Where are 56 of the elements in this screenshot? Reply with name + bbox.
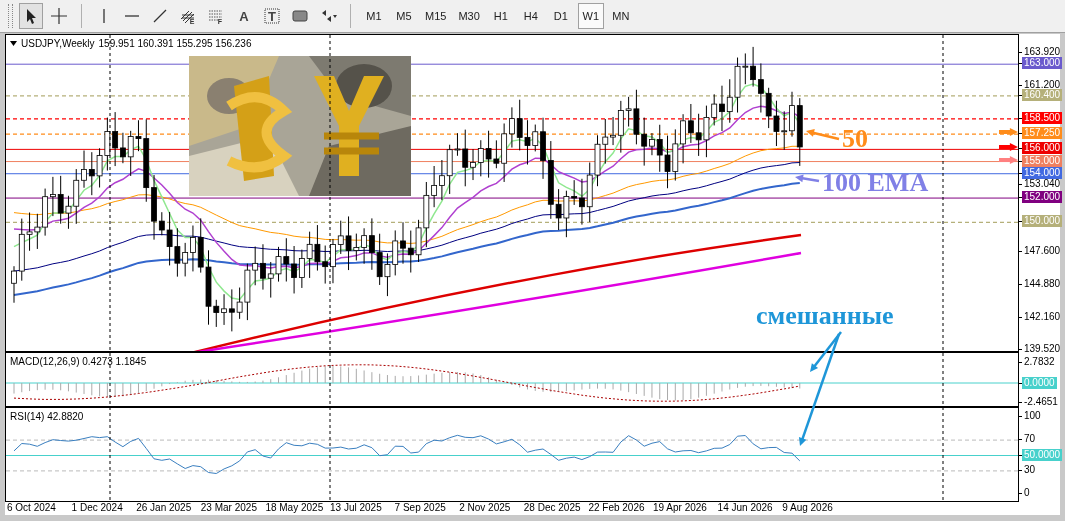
price-label: 30 [1023, 463, 1037, 476]
price-label: 50.0000 [1022, 448, 1063, 461]
price-label: 2.7832 [1023, 355, 1056, 368]
price-label: 0 [1023, 487, 1031, 499]
date-label: 1 Dec 2024 [71, 502, 123, 513]
arrow [806, 129, 840, 141]
annotation-text: 100 EMA [822, 169, 929, 197]
date-label: 6 Oct 2024 [7, 502, 56, 513]
date-label: 13 Jul 2025 [330, 502, 382, 513]
annotation-text: 50 [842, 125, 868, 153]
date-label: 14 Jun 2026 [717, 502, 773, 513]
price-label: 152.000 [1022, 191, 1063, 204]
symbol-title: USDJPY,Weekly [21, 38, 95, 49]
timeframe-button[interactable]: H1 [487, 3, 514, 29]
arrow [795, 174, 820, 183]
price-label: -2.4651 [1023, 395, 1059, 408]
price-label: 157.250 [1022, 127, 1063, 140]
date-label: 18 May 2025 [265, 502, 324, 513]
indicator-title: MACD(12,26,9) 0.4273 1.1845 [10, 356, 147, 367]
pointer-icon[interactable] [19, 3, 43, 29]
price-label: 156.000 [1022, 142, 1063, 155]
date-label: 23 Mar 2025 [200, 502, 257, 513]
price-label: 160.400 [1022, 88, 1063, 101]
date-label: 2 Nov 2025 [459, 502, 511, 513]
date-label: 22 Feb 2026 [588, 502, 645, 513]
price-label: 161.200 [1023, 79, 1062, 91]
price-label: 150.000 [1022, 215, 1063, 228]
timeframe-button[interactable]: MN [607, 3, 634, 29]
timeframe-button[interactable]: W1 [577, 3, 604, 29]
date-label: 26 Jan 2025 [136, 502, 192, 513]
date-label: 28 Dec 2025 [523, 502, 581, 513]
price-label: 100 [1023, 410, 1042, 422]
timeframe-button[interactable]: M5 [391, 3, 417, 29]
timeframe-button[interactable]: M30 [454, 3, 484, 29]
price-label: 158.500 [1022, 111, 1063, 124]
annotation-text: смешанные [756, 302, 894, 330]
timeframe-button[interactable]: M1 [361, 3, 387, 29]
price-label: 163.000 [1022, 57, 1063, 70]
price-label: 153.040 [1023, 178, 1062, 191]
price-label: 70 [1023, 433, 1037, 446]
price-label: 142.160 [1023, 310, 1062, 323]
price-label: 147.600 [1023, 244, 1062, 257]
price-label: 163.920 [1023, 46, 1062, 58]
ohlc-values: 159.951 160.391 155.295 156.236 [98, 38, 252, 49]
timeframe-button[interactable]: D1 [547, 3, 574, 29]
dropdown-triangle-icon[interactable] [10, 41, 17, 46]
timeframe-button[interactable]: H4 [517, 3, 544, 29]
price-label: 144.880 [1023, 277, 1062, 290]
date-label: 9 Aug 2026 [782, 502, 833, 513]
indicator-title: RSI(14) 42.8820 [10, 411, 84, 422]
date-label: 7 Sep 2025 [394, 502, 446, 513]
date-label: 19 Apr 2026 [653, 502, 707, 513]
timeframe-button[interactable]: M15 [421, 3, 451, 29]
price-label: 0.0000 [1022, 377, 1057, 389]
price-label: 139.520 [1023, 342, 1062, 355]
price-label: 155.000 [1022, 154, 1063, 167]
